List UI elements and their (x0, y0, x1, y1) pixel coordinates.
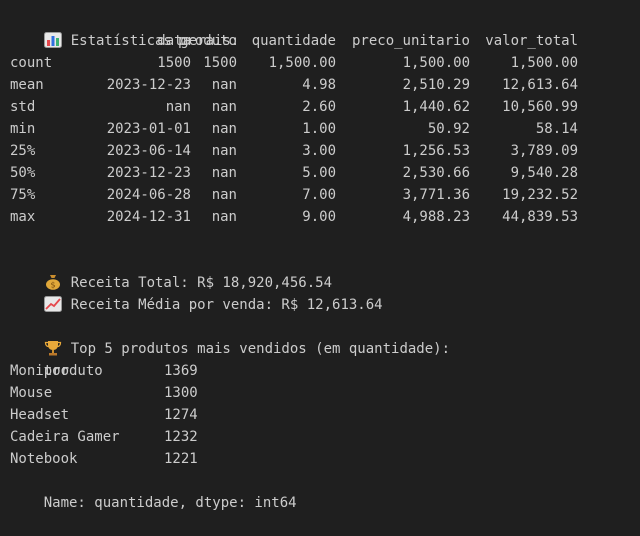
product-name: Cadeira Gamer (10, 429, 120, 445)
table-cell: 1,440.62 (402, 99, 470, 115)
table-cell: 1.00 (302, 121, 336, 137)
table-cell: nan (165, 99, 191, 115)
table-cell: 1500 (157, 55, 191, 71)
row-label: max (10, 209, 36, 225)
stats-title-line: Estatísticas gerais: (10, 8, 640, 49)
table-cell: 3,789.09 (510, 143, 578, 159)
terminal-output[interactable]: Estatísticas gerais: data produto quanti… (10, 8, 640, 511)
table-cell: nan (211, 143, 237, 159)
table-cell: 1,500.00 (268, 55, 336, 71)
table-cell: 1,256.53 (402, 143, 470, 159)
row-label: 75% (10, 187, 36, 203)
table-cell: 1,500.00 (402, 55, 470, 71)
list-item: Mouse 1300 (10, 382, 640, 404)
table-cell: 7.00 (302, 187, 336, 203)
table-cell: 50.92 (427, 121, 470, 137)
table-cell: 2024-12-31 (106, 209, 191, 225)
row-label: 25% (10, 143, 36, 159)
list-item: Monitor 1369 (10, 360, 640, 382)
table-cell: 2.60 (302, 99, 336, 115)
table-cell: 2,510.29 (402, 77, 470, 93)
table-cell: 9,540.28 (510, 165, 578, 181)
table-cell: 2023-12-23 (106, 77, 191, 93)
product-quantity: 1274 (164, 407, 198, 423)
table-cell: nan (211, 121, 237, 137)
table-cell: 58.14 (535, 121, 578, 137)
stats-row: 75% 2024-06-28 nan 7.00 3,771.36 19,232.… (10, 184, 640, 206)
revenue-mean-line: Receita Média por venda: R$ 12,613.64 (10, 272, 640, 313)
stats-row: std nan nan 2.60 1,440.62 10,560.99 (10, 96, 640, 118)
product-quantity: 1300 (164, 385, 198, 401)
list-item: Headset 1274 (10, 404, 640, 426)
stats-row: 50% 2023-12-23 nan 5.00 2,530.66 9,540.2… (10, 162, 640, 184)
row-label: std (10, 99, 36, 115)
table-cell: nan (211, 99, 237, 115)
stats-row: max 2024-12-31 nan 9.00 4,988.23 44,839.… (10, 206, 640, 228)
table-cell: 4,988.23 (402, 209, 470, 225)
table-cell: nan (211, 165, 237, 181)
table-cell: 19,232.52 (502, 187, 578, 203)
column-header: produto (177, 33, 237, 49)
product-quantity: 1369 (164, 363, 198, 379)
product-name: Headset (10, 407, 70, 423)
stats-row: 25% 2023-06-14 nan 3.00 1,256.53 3,789.0… (10, 140, 640, 162)
table-cell: nan (211, 187, 237, 203)
row-label: mean (10, 77, 44, 93)
product-name: Notebook (10, 451, 78, 467)
stats-row: mean 2023-12-23 nan 4.98 2,510.29 12,613… (10, 74, 640, 96)
table-cell: nan (211, 77, 237, 93)
table-cell: 12,613.64 (502, 77, 578, 93)
table-cell: 2024-06-28 (106, 187, 191, 203)
product-name: Monitor (10, 363, 70, 379)
stats-header-row: data produto quantidade preco_unitario v… (10, 30, 640, 52)
stats-row: count 1500 1500 1,500.00 1,500.00 1,500.… (10, 52, 640, 74)
table-cell: 9.00 (302, 209, 336, 225)
table-cell: 2023-12-23 (106, 165, 191, 181)
table-cell: 1500 (203, 55, 237, 71)
series-dtype-info: Name: quantidade, dtype: int64 (43, 495, 297, 511)
table-cell: 5.00 (302, 165, 336, 181)
table-cell: 3,771.36 (402, 187, 470, 203)
revenue-total-line: $ Receita Total: R$ 18,920,456.54 (10, 250, 640, 291)
table-cell: 1,500.00 (510, 55, 578, 71)
list-item: Notebook 1221 (10, 448, 640, 470)
row-label: min (10, 121, 36, 137)
product-quantity: 1221 (164, 451, 198, 467)
table-cell: 2023-01-01 (106, 121, 191, 137)
product-name: Mouse (10, 385, 53, 401)
column-header: quantidade (251, 33, 336, 49)
table-cell: 4.98 (302, 77, 336, 93)
row-label: 50% (10, 165, 36, 181)
list-item: Cadeira Gamer 1232 (10, 426, 640, 448)
row-label: count (10, 55, 53, 71)
table-cell: nan (211, 209, 237, 225)
table-cell: 2023-06-14 (106, 143, 191, 159)
product-quantity: 1232 (164, 429, 198, 445)
series-footer: Name: quantidade, dtype: int64 (10, 470, 640, 511)
table-cell: 10,560.99 (502, 99, 578, 115)
column-header: preco_unitario (351, 33, 470, 49)
stats-row: min 2023-01-01 nan 1.00 50.92 58.14 (10, 118, 640, 140)
table-cell: 44,839.53 (502, 209, 578, 225)
series-index-name: produto (10, 338, 640, 379)
top-products-title-line: Top 5 produtos mais vendidos (em quantid… (10, 316, 640, 357)
column-header: valor_total (485, 33, 578, 49)
table-cell: 2,530.66 (402, 165, 470, 181)
table-cell: 3.00 (302, 143, 336, 159)
